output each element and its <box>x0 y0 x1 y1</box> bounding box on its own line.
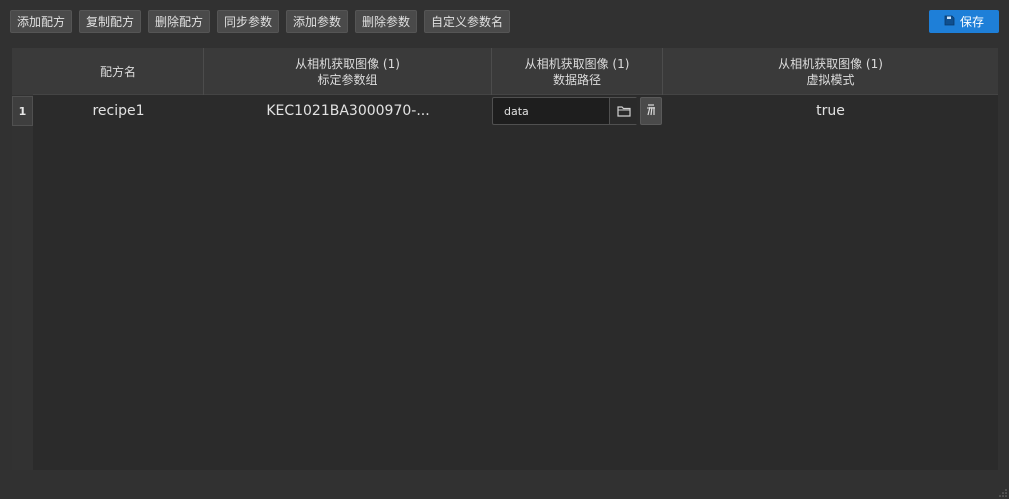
save-button[interactable]: 保存 <box>929 10 999 33</box>
copy-recipe-button[interactable]: 复制配方 <box>79 10 141 33</box>
column-header-virtual-mode[interactable]: 从相机获取图像 (1) 虚拟模式 <box>663 48 998 95</box>
resize-grip-icon[interactable] <box>997 487 1007 497</box>
column-header-line1: 配方名 <box>99 64 136 79</box>
table-corner <box>12 48 33 95</box>
save-icon <box>944 15 955 29</box>
cell-virtual-mode[interactable]: true <box>663 96 998 126</box>
column-header-line1: 从相机获取图像 (1) <box>295 56 400 71</box>
cell-calib-group[interactable]: KEC1021BA3000970-... <box>204 96 492 126</box>
recipe-table: 配方名 从相机获取图像 (1) 标定参数组 从相机获取图像 (1) 数据路径 从… <box>12 48 998 470</box>
custom-param-name-button[interactable]: 自定义参数名 <box>424 10 510 33</box>
column-header-line1: 从相机获取图像 (1) <box>524 56 630 71</box>
column-header-recipe-name[interactable]: 配方名 <box>33 48 204 95</box>
column-header-line2: 虚拟模式 <box>806 72 855 87</box>
data-path-field[interactable]: data <box>492 97 637 125</box>
column-header-calib-group[interactable]: 从相机获取图像 (1) 标定参数组 <box>204 48 492 95</box>
data-path-value[interactable]: data <box>504 98 529 124</box>
add-param-button[interactable]: 添加参数 <box>286 10 348 33</box>
folder-icon <box>616 102 631 121</box>
delete-recipe-button[interactable]: 删除配方 <box>148 10 210 33</box>
clear-path-button[interactable] <box>640 97 662 125</box>
cell-recipe-name[interactable]: recipe1 <box>33 96 204 126</box>
delete-param-button[interactable]: 删除参数 <box>355 10 417 33</box>
row-header-1[interactable]: 1 <box>12 96 33 126</box>
column-header-line2: 标定参数组 <box>317 72 378 87</box>
column-header-line1: 从相机获取图像 (1) <box>778 56 883 71</box>
table-header: 配方名 从相机获取图像 (1) 标定参数组 从相机获取图像 (1) 数据路径 从… <box>33 48 998 95</box>
broom-icon <box>644 102 658 121</box>
row-header-column <box>12 95 33 470</box>
column-header-line2: 数据路径 <box>552 72 601 87</box>
sync-params-button[interactable]: 同步参数 <box>217 10 279 33</box>
toolbar: 添加配方 复制配方 删除配方 同步参数 添加参数 删除参数 自定义参数名 保存 <box>0 0 1009 40</box>
column-header-data-path[interactable]: 从相机获取图像 (1) 数据路径 <box>492 48 663 95</box>
save-label: 保存 <box>959 15 984 29</box>
browse-folder-button[interactable] <box>609 98 637 124</box>
add-recipe-button[interactable]: 添加配方 <box>10 10 72 33</box>
